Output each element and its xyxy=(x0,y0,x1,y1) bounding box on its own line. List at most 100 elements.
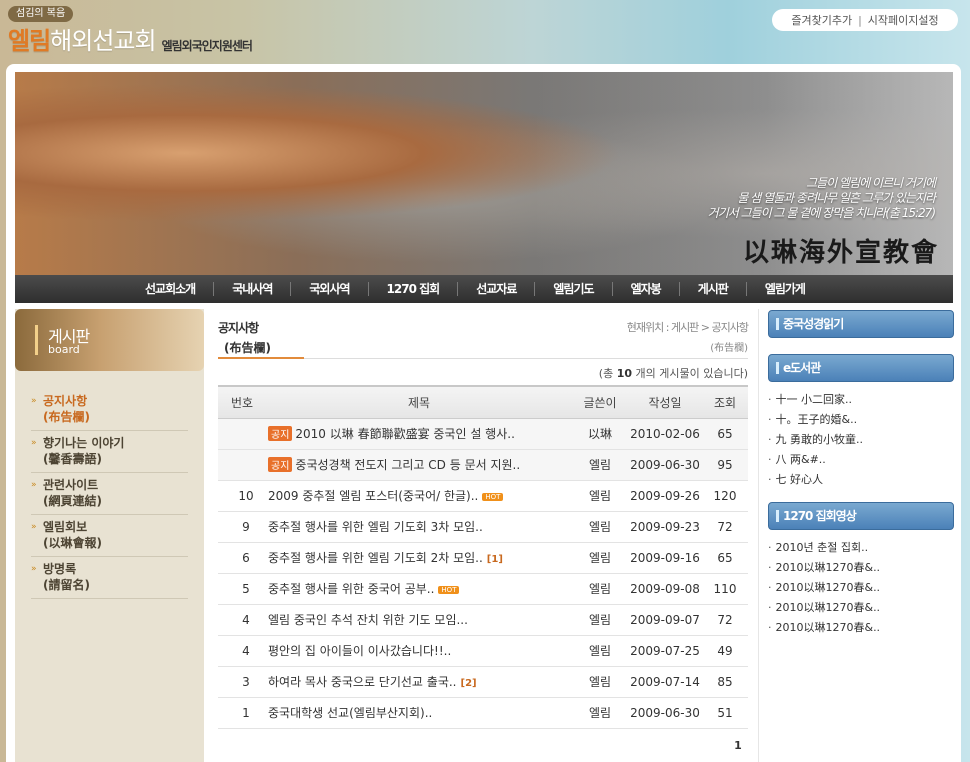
page-title: 공지사항 xyxy=(218,321,259,335)
video-list: 2010년 춘절 집회.. 2010以琳1270春&.. 2010以琳1270春… xyxy=(758,530,954,638)
post-title: 중추절 행사를 위한 엘림 기도회 3차 모임.. xyxy=(266,511,572,543)
video-item[interactable]: 2010以琳1270春&.. xyxy=(768,618,954,638)
post-number: 6 xyxy=(218,542,266,574)
sidebar-header: 게시판 board xyxy=(15,309,204,371)
board-rows: 공지 2010 以琳 春節聯歡盛宴 중국인 설 행사.. 以琳 2010-02-06 6… xyxy=(218,418,748,729)
video-item[interactable]: 2010년 춘절 집회.. xyxy=(768,538,954,558)
table-row[interactable]: 공지 중국성경책 전도지 그리고 CD 등 문서 지원.. 엘림 2009-06-30… xyxy=(218,449,748,481)
post-number xyxy=(218,418,266,450)
post-count: (총 10 개의 게시물이 있습니다) xyxy=(598,367,748,380)
library-item[interactable]: 八 两&#.. xyxy=(768,450,954,470)
table-row[interactable]: 6 중추절 행사를 위한 엘림 기도회 2차 모임.. [1] 엘림 2009-09-1… xyxy=(218,542,748,574)
library-item[interactable]: 十一 小二回家.. xyxy=(768,390,954,410)
hot-badge: HOT xyxy=(482,492,504,501)
e-library-header[interactable]: e도서관 xyxy=(768,354,954,382)
top-links: 즐겨찾기추가 | 시작페이지설정 xyxy=(772,9,958,31)
post-date: 2009-09-16 xyxy=(628,542,702,574)
post-title-link[interactable]: 중추절 행사를 위한 중국어 공부.. xyxy=(268,582,434,596)
post-title-link[interactable]: 엘림 중국인 추석 잔치 위한 기도 모임... xyxy=(268,613,468,627)
chevron-right-icon: » xyxy=(31,522,37,532)
post-title: 중추절 행사를 위한 엘림 기도회 2차 모임.. [1] xyxy=(266,542,572,574)
post-title-link[interactable]: 2009 중추절 엘림 포스터(중국어/ 한글).. xyxy=(268,489,478,503)
banner-quote: 그들이 엘림에 이르니 거기에 물 샘 열둘과 종려나무 일흔 그루가 있는지라… xyxy=(707,176,936,220)
post-author: 엘림 xyxy=(572,666,628,698)
post-title-link[interactable]: 중추절 행사를 위한 엘림 기도회 3차 모임.. xyxy=(268,520,483,534)
post-author: 엘림 xyxy=(572,604,628,636)
post-number: 1 xyxy=(218,697,266,729)
sidebar-item-links[interactable]: » 관련사이트 (網頁連結) xyxy=(31,473,188,515)
post-views: 110 xyxy=(702,573,748,605)
bible-reading-button[interactable]: 중국성경읽기 xyxy=(768,310,954,338)
post-date: 2010-02-06 xyxy=(628,418,702,450)
post-date: 2009-07-25 xyxy=(628,635,702,667)
nav-item-resources[interactable]: 선교자료 xyxy=(458,282,536,296)
nav-item-volunteer[interactable]: 엘자봉 xyxy=(613,282,680,296)
table-row[interactable]: 5 중추절 행사를 위한 중국어 공부.. HOT 엘림 2009-09-08 110 xyxy=(218,573,748,605)
library-item[interactable]: 九 勇敢的小牧童.. xyxy=(768,430,954,450)
post-number: 5 xyxy=(218,573,266,605)
post-number xyxy=(218,449,266,481)
nav-item-about[interactable]: 선교회소개 xyxy=(127,282,215,296)
table-row[interactable]: 1 중국대학생 선교(엘림부산지회).. 엘림 2009-06-30 51 xyxy=(218,697,748,729)
post-views: 72 xyxy=(702,511,748,543)
table-row[interactable]: 4 엘림 중국인 추석 잔치 위한 기도 모임... 엘림 2009-09-07 72 xyxy=(218,604,748,636)
post-title-link[interactable]: 하여라 목사 중국으로 단기선교 출국.. xyxy=(268,675,457,689)
table-row[interactable]: 10 2009 중추절 엘림 포스터(중국어/ 한글).. HOT 엘림 2009-09… xyxy=(218,480,748,512)
post-number: 4 xyxy=(218,635,266,667)
page-link[interactable]: 1 xyxy=(734,739,742,752)
nav-item-shop[interactable]: 엘림가게 xyxy=(747,282,823,296)
post-author: 엘림 xyxy=(572,511,628,543)
pagination: 1 xyxy=(218,739,748,752)
library-item[interactable]: 七 好心人 xyxy=(768,470,954,490)
post-views: 65 xyxy=(702,542,748,574)
nav-item-1270[interactable]: 1270 집회 xyxy=(369,282,459,296)
post-title: 중추절 행사를 위한 중국어 공부.. HOT xyxy=(266,573,572,605)
library-list: 十一 小二回家.. 十。王子的婚&.. 九 勇敢的小牧童.. 八 两&#.. 七… xyxy=(758,382,954,490)
left-sidebar: 게시판 board » 공지사항 (布告欄) » 향기나는 이야기 (馨香壽語) »… xyxy=(15,309,204,762)
post-number: 9 xyxy=(218,511,266,543)
chevron-right-icon: » xyxy=(31,480,37,490)
sidebar-item-notice[interactable]: » 공지사항 (布告欄) xyxy=(31,389,188,431)
post-author: 엘림 xyxy=(572,697,628,729)
col-number: 번호 xyxy=(218,385,266,419)
banner-image: 그들이 엘림에 이르니 거기에 물 샘 열둘과 종려나무 일흔 그루가 있는지라… xyxy=(15,72,953,275)
col-author: 글쓴이 xyxy=(572,385,628,419)
sidebar-item-newsletter[interactable]: » 엘림회보 (以琳會報) xyxy=(31,515,188,557)
library-item[interactable]: 十。王子的婚&.. xyxy=(768,410,954,430)
nav-item-overseas[interactable]: 국외사역 xyxy=(291,282,369,296)
post-title-link[interactable]: 2010 以琳 春節聯歡盛宴 중국인 설 행사.. xyxy=(295,427,514,441)
table-row[interactable]: 공지 2010 以琳 春節聯歡盛宴 중국인 설 행사.. 以琳 2010-02-06 6… xyxy=(218,418,748,450)
post-views: 65 xyxy=(702,418,748,450)
col-title: 제목 xyxy=(266,385,572,419)
sidebar-subtitle: board xyxy=(48,343,80,356)
sidebar-item-guestbook[interactable]: » 방명록 (請留名) xyxy=(31,557,188,599)
post-title-link[interactable]: 평안의 집 아이들이 이사갔습니다!!.. xyxy=(268,644,451,658)
video-item[interactable]: 2010以琳1270春&.. xyxy=(768,598,954,618)
bookmark-link[interactable]: 즐겨찾기추가 xyxy=(791,12,852,28)
table-row[interactable]: 4 평안의 집 아이들이 이사갔습니다!!.. 엘림 2009-07-25 49 xyxy=(218,635,748,667)
breadcrumb: 현재위치 : 게시판 > 공지사항 xyxy=(626,321,749,334)
post-number: 4 xyxy=(218,604,266,636)
table-row[interactable]: 9 중추절 행사를 위한 엘림 기도회 3차 모임.. 엘림 2009-09-23 72 xyxy=(218,511,748,543)
table-row[interactable]: 3 하여라 목사 중국으로 단기선교 출국.. [2] 엘림 2009-07-14 85 xyxy=(218,666,748,698)
post-date: 2009-07-14 xyxy=(628,666,702,698)
video-item[interactable]: 2010以琳1270春&.. xyxy=(768,558,954,578)
col-views: 조회 xyxy=(702,385,748,419)
nav-item-domestic[interactable]: 국내사역 xyxy=(214,282,292,296)
post-title-link[interactable]: 중추절 행사를 위한 엘림 기도회 2차 모임.. xyxy=(268,551,483,565)
post-title-link[interactable]: 중국대학생 선교(엘림부산지회).. xyxy=(268,706,432,720)
post-views: 85 xyxy=(702,666,748,698)
comment-count: [1] xyxy=(486,554,503,565)
set-homepage-link[interactable]: 시작페이지설정 xyxy=(868,12,939,28)
post-date: 2009-09-07 xyxy=(628,604,702,636)
sidebar-item-stories[interactable]: » 향기나는 이야기 (馨香壽語) xyxy=(31,431,188,473)
breadcrumb-sub: (布告欄) xyxy=(710,343,748,354)
post-date: 2009-09-26 xyxy=(628,480,702,512)
video-header[interactable]: 1270 집회영상 xyxy=(768,502,954,530)
nav-item-prayer[interactable]: 엘림기도 xyxy=(535,282,613,296)
post-title-link[interactable]: 중국성경책 전도지 그리고 CD 등 문서 지원.. xyxy=(295,458,520,472)
nav-item-board[interactable]: 게시판 xyxy=(680,282,747,296)
video-item[interactable]: 2010以琳1270春&.. xyxy=(768,578,954,598)
board-title-bar: 공지사항 (布告欄) 현재위치 : 게시판 > 공지사항 (布告欄) xyxy=(218,319,749,359)
site-logo[interactable]: 엘림해외선교회 엘림외국인지원센터 xyxy=(8,22,253,56)
